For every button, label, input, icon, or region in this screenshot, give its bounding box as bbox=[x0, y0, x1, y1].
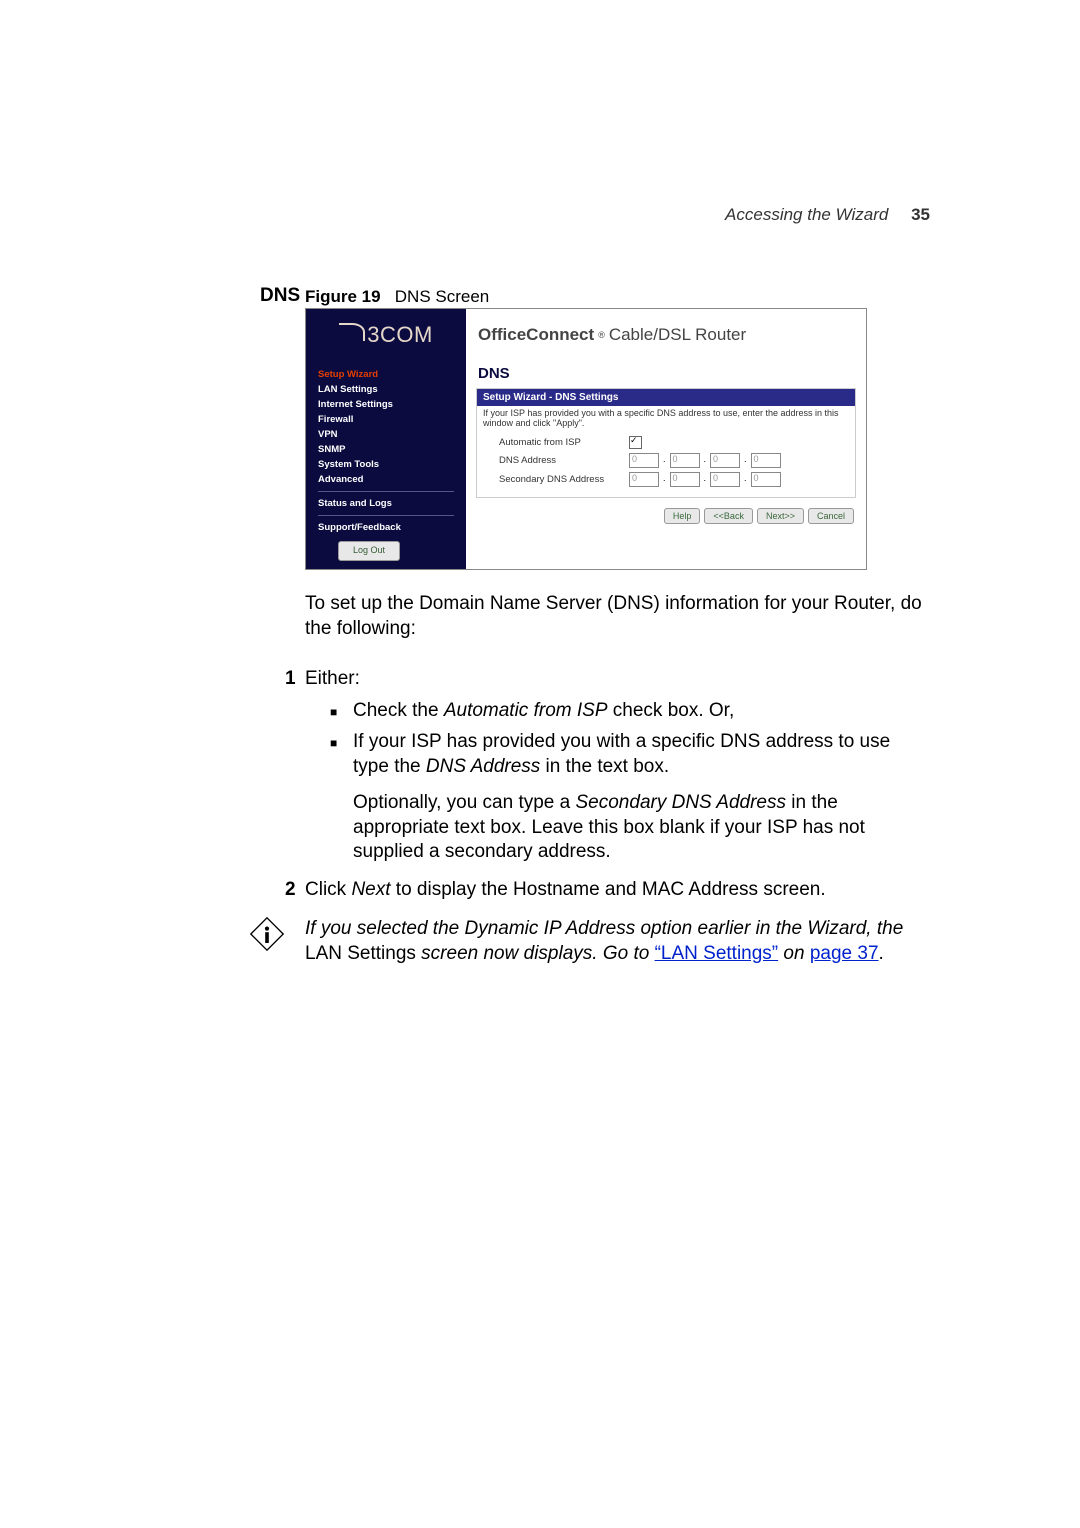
sidebar-item-status-logs[interactable]: Status and Logs bbox=[318, 496, 466, 511]
secondary-dns-address-input: 0. 0. 0. 0 bbox=[629, 472, 781, 487]
ip-octet-input[interactable]: 0 bbox=[670, 472, 700, 487]
step-1-text: Either: bbox=[305, 668, 360, 690]
product-title: OfficeConnect ® Cable/DSL Router bbox=[466, 309, 866, 361]
sidebar-item-advanced[interactable]: Advanced bbox=[318, 472, 466, 487]
section-heading: DNS bbox=[260, 285, 300, 307]
sidebar-item-firewall[interactable]: Firewall bbox=[318, 412, 466, 427]
figure-title: DNS Screen bbox=[395, 287, 489, 306]
ip-octet-input[interactable]: 0 bbox=[629, 472, 659, 487]
product-name-rest: Cable/DSL Router bbox=[609, 325, 746, 345]
wizard-buttons: Help <<Back Next>> Cancel bbox=[466, 498, 866, 524]
logo-swoosh-icon bbox=[339, 323, 365, 341]
sidebar-item-setup-wizard[interactable]: Setup Wizard bbox=[318, 367, 466, 382]
ip-octet-input[interactable]: 0 bbox=[670, 453, 700, 468]
sidebar-item-vpn[interactable]: VPN bbox=[318, 427, 466, 442]
registered-icon: ® bbox=[598, 330, 605, 340]
page-number: 35 bbox=[911, 205, 930, 224]
bullet-2-text: If your ISP has provided you with a spec… bbox=[353, 730, 923, 779]
label-secondary-dns-address: Secondary DNS Address bbox=[499, 474, 629, 485]
figure-caption: Figure 19 DNS Screen bbox=[305, 287, 489, 307]
ip-octet-input[interactable]: 0 bbox=[710, 453, 740, 468]
panel-title: Setup Wizard - DNS Settings bbox=[477, 389, 855, 406]
running-header: Accessing the Wizard 35 bbox=[725, 205, 930, 225]
info-icon bbox=[249, 916, 285, 952]
checkbox-automatic-from-isp[interactable] bbox=[629, 436, 642, 449]
ip-octet-input[interactable]: 0 bbox=[710, 472, 740, 487]
intro-paragraph: To set up the Domain Name Server (DNS) i… bbox=[305, 592, 930, 641]
link-page-37[interactable]: page 37 bbox=[810, 943, 879, 964]
cancel-button[interactable]: Cancel bbox=[808, 508, 854, 524]
label-automatic-from-isp: Automatic from ISP bbox=[499, 437, 629, 448]
logo-3com: 3COM bbox=[306, 309, 466, 361]
sidebar-item-system-tools[interactable]: System Tools bbox=[318, 457, 466, 472]
product-name-bold: OfficeConnect bbox=[478, 325, 594, 345]
label-dns-address: DNS Address bbox=[499, 455, 629, 466]
panel-description: If your ISP has provided you with a spec… bbox=[477, 406, 855, 432]
dns-settings-panel: Setup Wizard - DNS Settings If your ISP … bbox=[476, 388, 856, 498]
sidebar-nav: Setup Wizard LAN Settings Internet Setti… bbox=[306, 361, 466, 569]
step-number-1: 1 bbox=[285, 668, 296, 690]
bullet-icon: ■ bbox=[330, 736, 337, 750]
ip-octet-input[interactable]: 0 bbox=[629, 453, 659, 468]
figure-number: Figure 19 bbox=[305, 287, 381, 306]
sidebar-item-lan-settings[interactable]: LAN Settings bbox=[318, 382, 466, 397]
screenshot-dns-screen: 3COM Setup Wizard LAN Settings Internet … bbox=[305, 308, 867, 570]
info-note: If you selected the Dynamic IP Address o… bbox=[305, 917, 930, 966]
sidebar-separator bbox=[318, 515, 454, 516]
panel-heading: DNS bbox=[466, 361, 866, 388]
back-button[interactable]: <<Back bbox=[704, 508, 753, 524]
sidebar-separator bbox=[318, 491, 454, 492]
ip-octet-input[interactable]: 0 bbox=[751, 472, 781, 487]
bullet-1-text: Check the Automatic from ISP check box. … bbox=[353, 699, 923, 724]
sidebar: 3COM Setup Wizard LAN Settings Internet … bbox=[306, 309, 466, 569]
ip-octet-input[interactable]: 0 bbox=[751, 453, 781, 468]
link-lan-settings[interactable]: “LAN Settings” bbox=[655, 943, 779, 964]
help-button[interactable]: Help bbox=[664, 508, 701, 524]
step-2-text: Click Next to display the Hostname and M… bbox=[305, 879, 925, 901]
next-button[interactable]: Next>> bbox=[757, 508, 804, 524]
step-number-2: 2 bbox=[285, 879, 296, 901]
logo-text: 3COM bbox=[367, 322, 433, 348]
sidebar-item-snmp[interactable]: SNMP bbox=[318, 442, 466, 457]
bullet-2-optional-text: Optionally, you can type a Secondary DNS… bbox=[353, 791, 928, 865]
sidebar-item-support[interactable]: Support/Feedback bbox=[318, 520, 466, 535]
dns-address-input: 0. 0. 0. 0 bbox=[629, 453, 781, 468]
logout-button[interactable]: Log Out bbox=[338, 541, 400, 561]
content-pane: OfficeConnect ® Cable/DSL Router DNS Setu… bbox=[466, 309, 866, 569]
header-breadcrumb: Accessing the Wizard bbox=[725, 205, 888, 224]
sidebar-item-internet-settings[interactable]: Internet Settings bbox=[318, 397, 466, 412]
bullet-icon: ■ bbox=[330, 705, 337, 719]
